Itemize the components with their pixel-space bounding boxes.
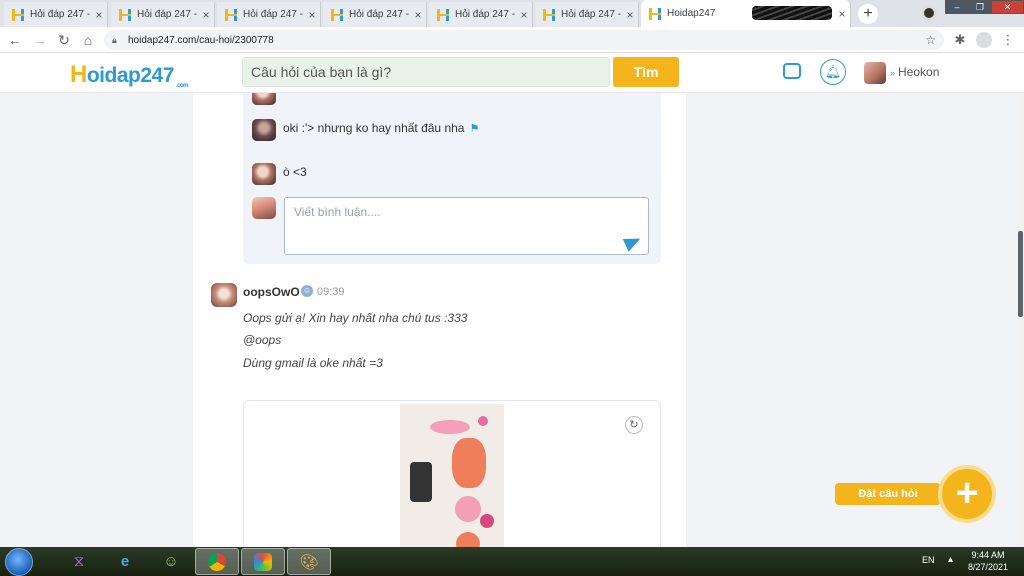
system-clock[interactable]: 9:44 AM 8/27/2021 [960, 549, 1016, 573]
window-maximize-button[interactable]: ❐ [969, 0, 991, 14]
input-language-indicator[interactable]: EN [922, 555, 935, 565]
ask-question-fab-button[interactable]: + [942, 469, 992, 519]
comment-text: ò <3 [283, 165, 307, 179]
close-tab-icon[interactable]: × [198, 8, 214, 22]
messages-icon[interactable] [783, 59, 801, 79]
colorful-app-icon [254, 552, 272, 571]
logo-text: oidap247 [86, 64, 175, 87]
comment-item: oki :'> nhưng ko hay nhất đâu nha ⚑ [283, 121, 479, 135]
tab-title: Hỏi đáp 247 - [30, 9, 91, 20]
paint-palette-taskbar-icon[interactable]: 🎨︎ [287, 548, 331, 575]
commenter-avatar[interactable] [252, 93, 276, 105]
paint-app-taskbar-icon[interactable] [241, 548, 285, 575]
hoidap-favicon-icon [649, 7, 661, 20]
user-menu[interactable]: » Heokon [890, 65, 939, 79]
browser-tab[interactable]: Hỏi đáp 247 - × [217, 2, 321, 27]
scrollbar-thumb[interactable] [1018, 231, 1023, 317]
rank-badge-icon: ☺ [301, 285, 313, 297]
hoidap-favicon-icon [437, 8, 449, 21]
logo-letter: H [70, 61, 87, 88]
browser-tab[interactable]: Hỏi đáp 247 - × [323, 2, 427, 27]
address-bar[interactable]: 🔒︎ hoidap247.com/cau-hoi/2300778 ☆ [104, 30, 944, 50]
current-user-avatar [252, 197, 276, 219]
ask-question-label[interactable]: Đặt câu hỏi [835, 483, 947, 505]
clock-date: 8/27/2021 [967, 562, 1009, 572]
window-close-button[interactable]: ✕ [991, 0, 1024, 14]
reload-icon[interactable]: ↻ [55, 31, 73, 49]
close-tab-icon[interactable]: × [834, 7, 850, 21]
tab-title: Hỏi đáp 247 - [243, 9, 304, 20]
scrollbar-track[interactable] [1017, 93, 1024, 547]
windows-taskbar: ⧖ e ☺ 🎨︎ EN ▴ 9:44 AM 8/27/2021 [0, 547, 1024, 576]
redaction-scribble [752, 6, 832, 20]
visual-studio-taskbar-icon[interactable]: ⧖ [57, 548, 101, 575]
windows-start-button[interactable] [5, 548, 33, 576]
answer-time: 09:39 [317, 286, 345, 298]
hoidap-favicon-icon [543, 8, 555, 21]
browser-tab[interactable]: Hỏi đáp 247 - × [111, 2, 215, 27]
browser-tab[interactable]: Hỏi đáp 247 - × [429, 2, 533, 27]
url-text: hoidap247.com/cau-hoi/2300778 [128, 34, 274, 46]
forward-arrow-icon[interactable]: → [31, 31, 49, 49]
back-arrow-icon[interactable]: ← [6, 31, 24, 49]
tab-title: Hỏi đáp 247 - [137, 9, 198, 20]
question-search-input[interactable]: Câu hỏi của bạn là gì? [242, 57, 610, 87]
tab-title: Hỏi đáp 247 - [561, 9, 622, 20]
answer-author-name[interactable]: oopsOwO [243, 285, 300, 299]
answer-line: Dùng gmail là oke nhất =3 [243, 356, 383, 370]
extensions-puzzle-icon[interactable]: ✱ [952, 32, 968, 48]
hoidap-favicon-icon [331, 8, 343, 21]
close-tab-icon[interactable]: × [516, 8, 532, 22]
bookmark-star-icon[interactable]: ☆ [925, 33, 936, 47]
window-minimize-button[interactable]: – [945, 0, 969, 14]
tray-icon[interactable]: ▴ [948, 554, 953, 565]
commenter-avatar[interactable] [252, 163, 276, 185]
home-icon[interactable]: ⌂ [79, 31, 97, 49]
answer-line: @oops [243, 333, 282, 347]
new-tab-button[interactable]: + [858, 4, 878, 24]
browser-menu-icon[interactable]: ⋮ [1000, 32, 1016, 48]
report-flag-icon[interactable]: ⚑ [469, 123, 479, 135]
clock-time: 9:44 AM [971, 550, 1005, 560]
comment-text: oki :'> nhưng ko hay nhất đâu nha [283, 121, 465, 135]
chrome-logo-icon [208, 552, 226, 571]
answer-photo[interactable] [400, 404, 504, 547]
answer-author-avatar[interactable] [211, 283, 237, 307]
browser-tab[interactable]: Hỏi đáp 247 - × [535, 2, 639, 27]
hoidap-favicon-icon [119, 8, 131, 21]
close-tab-icon[interactable]: × [410, 8, 426, 22]
comment-input[interactable]: Viết bình luận.... [284, 197, 649, 255]
browser-profile-icon[interactable] [921, 5, 937, 21]
account-avatar-icon[interactable] [976, 32, 992, 48]
comment-thread: oki :'> nhưng ko hay nhất đâu nha ⚑ ò <3 … [243, 93, 661, 264]
browser-toolbar: ← → ↻ ⌂ 🔒︎ hoidap247.com/cau-hoi/2300778… [0, 27, 1024, 53]
close-tab-icon[interactable]: × [304, 8, 320, 22]
tab-title: Hỏi đáp 247 - [349, 9, 410, 20]
close-tab-icon[interactable]: × [622, 8, 638, 22]
notification-bell-icon[interactable]: 🔔︎ [820, 59, 846, 85]
commenter-avatar[interactable] [252, 119, 276, 141]
hoidap-favicon-icon [12, 8, 24, 21]
lock-icon: 🔒︎ [112, 34, 117, 45]
chrome-taskbar-icon[interactable] [195, 548, 239, 575]
page-content: oki :'> nhưng ko hay nhất đâu nha ⚑ ò <3 … [0, 93, 1024, 547]
search-button[interactable]: Tìm [613, 57, 679, 87]
username: Heokon [898, 65, 940, 79]
zalo-taskbar-icon[interactable]: ☺ [149, 548, 193, 575]
hoidap-favicon-icon [225, 8, 237, 21]
rotate-image-icon[interactable]: ↻ [625, 416, 643, 434]
answer-line: Oops gửi ạ! Xin hay nhất nha chú tus :33… [243, 311, 468, 325]
site-logo[interactable]: Hoidap247 .com [70, 61, 189, 89]
site-header: Hoidap247 .com Câu hỏi của bạn là gì? Tì… [0, 53, 1024, 93]
logo-suffix: .com [176, 83, 189, 89]
browser-tab-strip: Hỏi đáp 247 - × Hỏi đáp 247 - × Hỏi đáp … [0, 0, 1024, 27]
close-tab-icon[interactable]: × [91, 8, 107, 22]
user-avatar[interactable] [864, 62, 886, 84]
tab-title: Hỏi đáp 247 - [455, 9, 516, 20]
internet-explorer-taskbar-icon[interactable]: e [103, 548, 147, 575]
chevron-down-icon: » [890, 68, 896, 78]
browser-tab[interactable]: Hỏi đáp 247 - × [4, 2, 108, 27]
